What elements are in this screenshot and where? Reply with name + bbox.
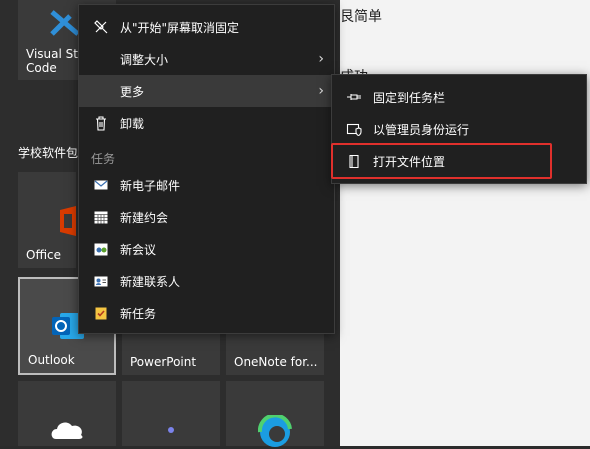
menu-item-label: 更多 xyxy=(120,84,145,99)
menu-item-unpin[interactable]: 从"开始"屏幕取消固定 xyxy=(79,11,334,43)
menu-item-label: 调整大小 xyxy=(120,52,169,67)
calendar-icon xyxy=(93,209,109,225)
menu-item-label: 卸载 xyxy=(120,116,145,131)
context-menu: 从"开始"屏幕取消固定 调整大小 › 更多 › 卸载 任务 新电子邮件 新建约会… xyxy=(78,4,335,334)
trash-icon xyxy=(93,115,109,131)
highlight-annotation xyxy=(331,143,552,179)
task-icon xyxy=(93,305,109,321)
menu-item-label: 新建联系人 xyxy=(120,274,181,289)
menu-item-new-email[interactable]: 新电子邮件 xyxy=(79,169,334,201)
menu-item-new-meeting[interactable]: 新会议 xyxy=(79,233,334,265)
office-icon xyxy=(60,206,76,236)
menu-item-more[interactable]: 更多 › xyxy=(79,75,334,107)
cloud-icon xyxy=(51,422,83,439)
menu-item-label: 新电子邮件 xyxy=(120,178,181,193)
background-text-top: 艮简单 xyxy=(340,9,382,25)
menu-item-pin-taskbar[interactable]: 固定到任务栏 xyxy=(332,81,586,113)
tile-onedrive[interactable] xyxy=(18,381,116,446)
menu-item-uninstall[interactable]: 卸载 xyxy=(79,107,334,139)
tile-label: PowerPoint xyxy=(130,355,197,369)
menu-item-run-as-admin[interactable]: 以管理员身份运行 xyxy=(332,113,586,145)
menu-item-label: 新会议 xyxy=(120,242,157,257)
chevron-right-icon: › xyxy=(318,83,324,99)
tile-office[interactable]: Office xyxy=(18,172,76,268)
mail-icon xyxy=(93,177,109,193)
shield-icon xyxy=(346,121,362,137)
chevron-right-icon: › xyxy=(318,51,324,67)
teams-icon xyxy=(168,427,174,433)
menu-item-label: 固定到任务栏 xyxy=(373,90,446,105)
edge-icon xyxy=(258,415,292,447)
tile-label: OneNote for... xyxy=(234,355,318,369)
tile-edge[interactable] xyxy=(226,381,324,447)
menu-item-resize[interactable]: 调整大小 › xyxy=(79,43,334,75)
group-label: 学校软件包 xyxy=(18,146,79,160)
meeting-icon xyxy=(93,241,109,257)
menu-item-label: 新任务 xyxy=(120,306,157,321)
menu-item-new-task[interactable]: 新任务 xyxy=(79,297,334,329)
unpin-icon xyxy=(93,19,109,35)
tile-label: Outlook xyxy=(28,353,75,367)
tile-teams[interactable] xyxy=(122,381,220,446)
menu-item-label: 从"开始"屏幕取消固定 xyxy=(120,20,240,35)
menu-item-label: 以管理员身份运行 xyxy=(373,122,470,137)
menu-item-new-appointment[interactable]: 新建约会 xyxy=(79,201,334,233)
menu-item-label: 新建约会 xyxy=(120,210,169,225)
contact-icon xyxy=(93,273,109,289)
background-window-content: 艮简单 成功 xyxy=(340,0,590,446)
menu-item-new-contact[interactable]: 新建联系人 xyxy=(79,265,334,297)
pin-icon xyxy=(346,89,362,105)
section-label-tasks: 任务 xyxy=(91,152,116,166)
tile-label: Office xyxy=(26,248,62,262)
